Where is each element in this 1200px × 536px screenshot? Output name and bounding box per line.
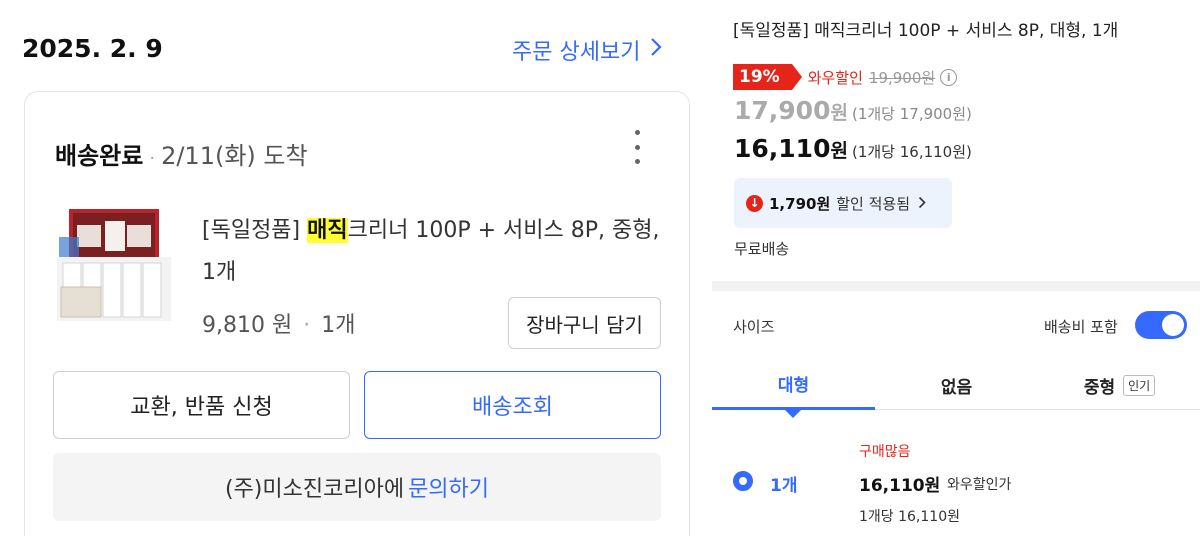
product-name[interactable]: [독일정품] 매직크리너 100P + 서비스 8P, 중형, 1개 xyxy=(202,210,672,294)
order-card: 배송완료 · 2/11(화) 도착 [독일정품] 매직크리너 100P + 서비… xyxy=(24,91,690,536)
return-request-button[interactable]: 교환, 반품 신청 xyxy=(53,371,350,439)
info-icon[interactable]: i xyxy=(940,68,958,86)
best-seller-label: 구매많음 xyxy=(859,444,911,460)
status-label: 배송완료 xyxy=(55,142,144,170)
product-price-value: 9,810 원 xyxy=(202,313,293,338)
tab-none[interactable]: 없음 xyxy=(875,360,1038,410)
wow-price: 16,110 원 (1개당 16,110원) xyxy=(734,134,972,163)
popular-badge: 인기 xyxy=(1123,374,1156,396)
track-delivery-button[interactable]: 배송조회 xyxy=(364,371,661,439)
order-panel: 2025. 2. 9 주문 상세보기 배송완료 · 2/11(화) 도착 [독일… xyxy=(0,0,712,536)
chevron-right-icon xyxy=(918,194,926,213)
wow-price-value: 16,110 xyxy=(734,134,831,163)
coupon-amount: 1,790원 xyxy=(769,194,831,213)
product-panel: [독일정품] 매직크리너 100P + 서비스 8P, 대형, 1개 19% 와… xyxy=(712,0,1200,536)
product-qty: 1개 xyxy=(321,313,356,338)
section-divider xyxy=(712,281,1200,291)
original-price: 19,900원 xyxy=(868,68,936,87)
order-detail-link[interactable]: 주문 상세보기 xyxy=(512,34,662,66)
option-price: 16,110원 xyxy=(859,476,941,496)
discount-rate-badge: 19% xyxy=(733,64,802,90)
order-date: 2025. 2. 9 xyxy=(22,34,163,63)
product-name-prefix: [독일정품] xyxy=(202,218,308,243)
delivery-status: 배송완료 · 2/11(화) 도착 xyxy=(55,136,308,171)
regular-price: 17,900 원 (1개당 17,900원) xyxy=(734,96,972,125)
search-highlight: 매직 xyxy=(307,218,348,243)
free-shipping-label: 무료배송 xyxy=(734,240,790,258)
arrow-down-icon: ↓ xyxy=(746,194,763,212)
chevron-right-icon xyxy=(650,37,662,63)
wow-discount-label: 와우할인 xyxy=(807,68,863,87)
product-thumbnail[interactable] xyxy=(53,207,175,323)
add-to-cart-button[interactable]: 장바구니 담기 xyxy=(508,297,661,349)
wow-price-currency: 원 xyxy=(830,140,848,162)
arrival-date: 2/11(화) 도착 xyxy=(161,142,308,170)
product-price: 9,810 원 · 1개 xyxy=(202,307,355,339)
separator-dot: · xyxy=(149,148,156,169)
option-wow-label: 와우할인가 xyxy=(947,477,1012,493)
tab-large[interactable]: 대형 xyxy=(712,360,875,410)
inquiry-link[interactable]: 문의하기 xyxy=(408,471,489,503)
wow-unit-price: (1개당 16,110원) xyxy=(851,143,972,161)
shipping-included-label: 배송비 포함 xyxy=(1044,318,1118,336)
tab-medium[interactable]: 중형 인기 xyxy=(1038,360,1200,410)
seller-name: (주)미소진코리아에 xyxy=(224,477,405,502)
coupon-label: 할인 적용됨 xyxy=(836,194,911,213)
regular-price-value: 17,900 xyxy=(734,96,831,125)
seller-inquiry: (주)미소진코리아에 문의하기 xyxy=(53,453,661,521)
regular-price-currency: 원 xyxy=(830,102,848,124)
regular-unit-price: (1개당 17,900원) xyxy=(851,105,972,123)
active-tab-caret xyxy=(785,410,801,418)
toggle-knob xyxy=(1162,314,1184,336)
option-qty[interactable]: 1개 xyxy=(770,471,797,496)
shipping-included-toggle[interactable] xyxy=(1135,311,1187,339)
option-radio[interactable] xyxy=(733,471,753,491)
discount-applied-banner[interactable]: ↓ 1,790원 할인 적용됨 xyxy=(734,178,952,228)
discount-row: 19% 와우할인 19,900원 i xyxy=(733,64,958,90)
size-tabs: 대형 없음 중형 인기 xyxy=(712,360,1200,410)
separator-dot: · xyxy=(303,313,311,338)
option-unit-price: 1개당 16,110원 xyxy=(859,509,960,525)
order-detail-label: 주문 상세보기 xyxy=(512,40,641,65)
size-label: 사이즈 xyxy=(733,318,775,336)
more-options-icon[interactable] xyxy=(627,130,647,164)
product-title: [독일정품] 매직크리너 100P + 서비스 8P, 대형, 1개 xyxy=(733,21,1119,41)
tab-medium-label: 중형 xyxy=(1083,377,1116,398)
